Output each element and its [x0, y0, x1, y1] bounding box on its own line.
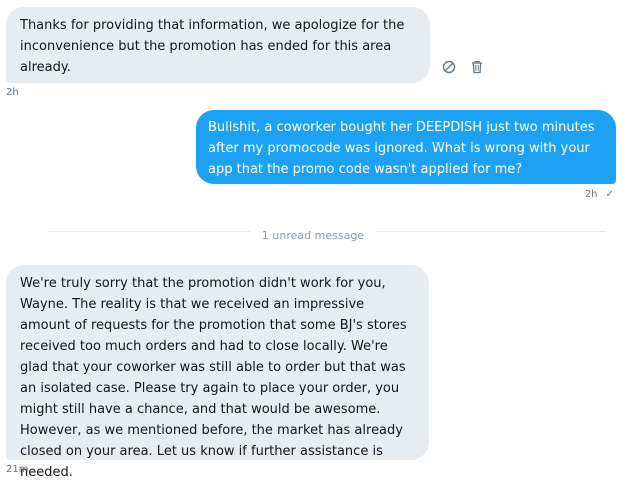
message-bubble-incoming: We're truly sorry that the promotion did… [6, 265, 429, 480]
unread-divider-label: 1 unread message [249, 229, 377, 242]
message-bubble-outgoing: Bullshit, a coworker bought her DEEPDISH… [196, 110, 616, 184]
message-bubble-incoming: Thanks for providing that information, w… [6, 7, 430, 83]
message-text: Bullshit, a coworker bought her DEEPDISH… [208, 120, 595, 177]
trash-icon[interactable] [469, 59, 485, 75]
message-timestamp: 2h [6, 87, 19, 98]
message-timestamp: 21m [6, 464, 29, 475]
message-timestamp: 2h [584, 189, 598, 200]
read-checkmark-icon: ✓ [605, 189, 614, 200]
report-icon[interactable] [441, 59, 457, 75]
message-text: Thanks for providing that information, w… [20, 18, 405, 75]
unread-divider: 1 unread message [0, 224, 626, 243]
message-actions [441, 59, 485, 75]
message-text: We're truly sorry that the promotion did… [20, 276, 407, 480]
message-meta: 2h ✓ [585, 189, 614, 200]
